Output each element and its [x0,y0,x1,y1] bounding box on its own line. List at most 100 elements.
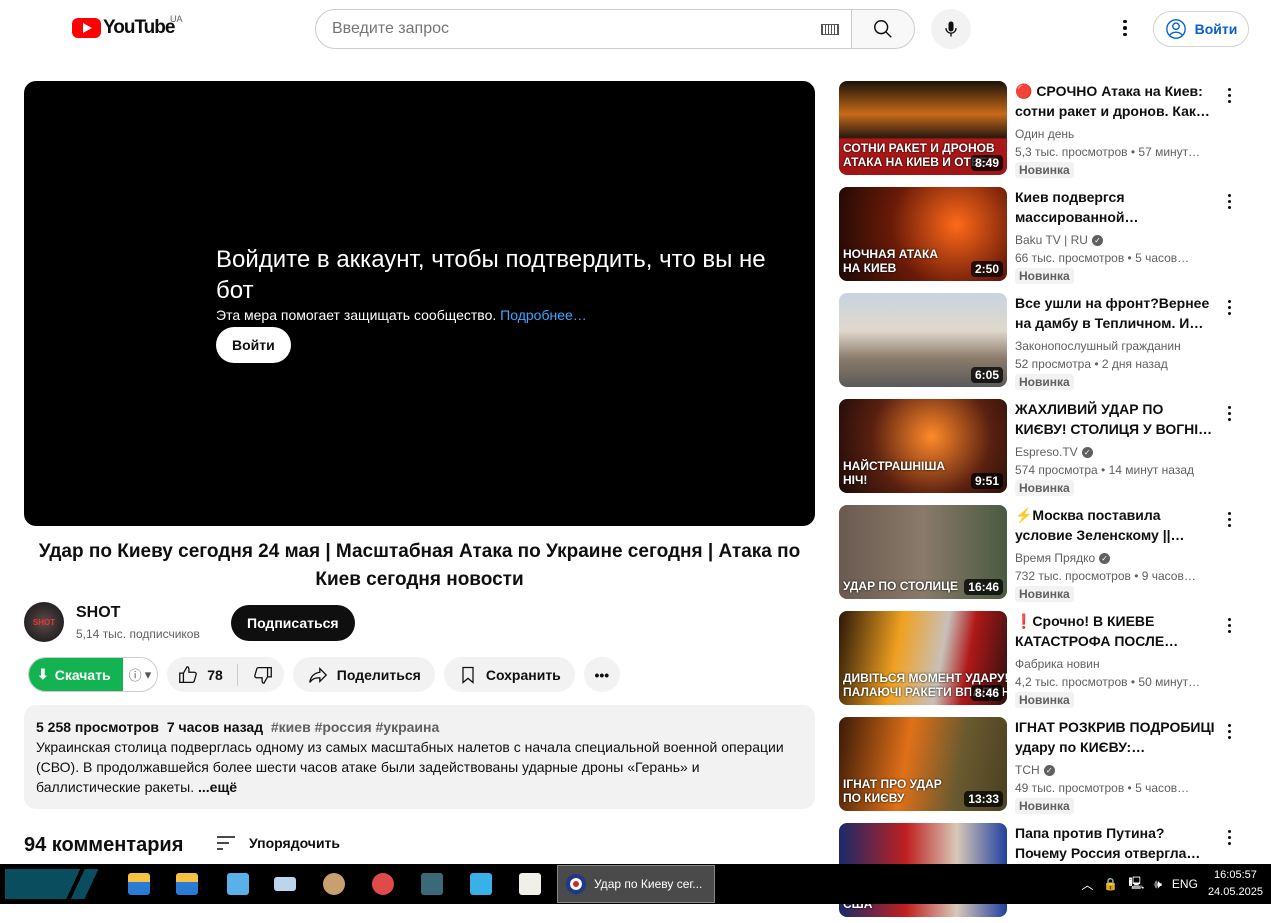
video-info: ІГНАТ РОЗКРИВ ПОДРОБИЦІ удару по КИЄВУ: … [1015,717,1215,815]
search-button[interactable] [851,9,915,49]
channel-name-text: Один день [1015,127,1075,141]
more-options-icon[interactable] [1219,615,1239,635]
calculator-icon[interactable] [227,873,249,895]
wifi-app-icon[interactable] [519,873,541,895]
microphone-icon [945,21,957,37]
channel-name[interactable]: SHOT [76,604,120,622]
related-video-item[interactable]: ДИВІТЬСЯ МОМЕНТ УДАРУ! ПАЛАЮЧІ РАКЕТИ ВП… [839,611,1249,711]
related-video-title[interactable]: ЖАХЛИВИЙ УДАР ПО КИЄВУ! СТОЛИЦЯ У ВОГНІ … [1015,399,1215,439]
download-button[interactable]: ⬇ Скачать [29,658,123,691]
video-info: 🔴 СРОЧНО Атака на Киев: сотни ракет и др… [1015,81,1215,179]
channel-avatar[interactable]: SHOT [24,602,64,642]
hashtags[interactable]: #киев #россия #украина [271,719,439,735]
channel-name[interactable]: Фабрика новин [1015,655,1215,673]
search-folder-icon[interactable] [176,873,198,895]
channel-name-text: Фабрика новин [1015,657,1100,671]
display-app-icon[interactable] [421,873,443,895]
related-video-item[interactable]: 6:05 Все ушли на фронт?Вернее на дамбу в… [839,293,1249,393]
network-icon[interactable]: 🖳 [1128,874,1144,895]
signin-label: Войти [1194,21,1238,37]
more-options-icon[interactable] [1219,721,1239,741]
channel-name[interactable]: Время Прядко ✓ [1015,549,1215,567]
related-video-title[interactable]: Киев подвергся массированной воздушной… [1015,187,1215,227]
show-more-link[interactable]: ...ещё [198,779,237,795]
video-thumbnail[interactable]: ІГНАТ ПРО УДАР ПО КИЄВУ 13:33 [839,717,1007,811]
channel-name[interactable]: Baku TV | RU ✓ [1015,231,1215,249]
related-video-title[interactable]: ❗Срочно! В КИЕВЕ КАТАСТРОФА ПОСЛЕ… [1015,611,1215,651]
more-options-icon[interactable] [1219,191,1239,211]
paint-app-icon[interactable] [372,873,394,895]
clock[interactable]: 16:05:57 24.05.2025 [1208,867,1263,901]
chevron-up-icon[interactable]: ︿ [1081,876,1093,893]
video-info: Папа против Путина? Почему Россия отверг… [1015,823,1215,863]
video-duration: 16:46 [964,579,1003,595]
language-indicator[interactable]: ENG [1172,877,1198,891]
like-count: 78 [207,666,223,683]
settings-menu-icon[interactable] [1115,16,1135,40]
subscriber-count: 5,14 тыс. подписчиков [76,627,200,641]
video-thumbnail[interactable]: НАЙСТРАШНІША НІЧ! 9:51 [839,399,1007,493]
more-actions-button[interactable]: ••• [583,657,620,692]
action-bar: ⬇ Скачать ⓘ ▾ 78 Поделиться Сохранить ••• [28,657,620,692]
more-options-icon[interactable] [1219,509,1239,529]
taskbar-browser-window[interactable]: Удар по Киеву сег... [557,865,715,903]
related-video-item[interactable]: СОТНИ РАКЕТ И ДРОНОВ АТАКА НА КИЕВ И ОТВ… [839,81,1249,181]
related-video-title[interactable]: ⚡Москва поставила условие Зеленскому || … [1015,505,1215,545]
related-video-title[interactable]: Все ушли на фронт?Вернее на дамбу в Тепл… [1015,293,1215,333]
start-button[interactable] [5,869,105,899]
video-info: Все ушли на фронт?Вернее на дамбу в Тепл… [1015,293,1215,391]
video-thumbnail[interactable]: ДИВІТЬСЯ МОМЕНТ УДАРУ! ПАЛАЮЧІ РАКЕТИ ВП… [839,611,1007,705]
related-video-item[interactable]: ІГНАТ ПРО УДАР ПО КИЄВУ 13:33 ІГНАТ РОЗК… [839,717,1249,817]
share-button[interactable]: Поделиться [292,657,435,692]
system-tray: ︿ 🔒 🖳 🕪 ENG 16:05:57 24.05.2025 [1081,864,1271,904]
channel-name[interactable]: Законопослушный гражданин [1015,337,1215,355]
character-app-icon[interactable] [323,873,345,895]
description-box[interactable]: 5 258 просмотров 7 часов назад #киев #ро… [24,705,815,809]
channel-name[interactable]: ТСН ✓ [1015,761,1215,779]
save-button[interactable]: Сохранить [443,657,575,692]
video-thumbnail[interactable]: УДАР ПО СТОЛИЦЕ 16:46 [839,505,1007,599]
video-stats: 574 просмотра • 14 минут назад [1015,463,1195,477]
thumbs-down-icon[interactable] [252,664,274,686]
channel-name[interactable]: Espreso.TV ✓ [1015,443,1215,461]
file-explorer-icon[interactable] [128,873,150,895]
youtube-logo[interactable]: YouTube UA [72,14,183,39]
related-video-item[interactable]: НОЧНАЯ АТАКА НА КИЕВ 2:50 Киев подвергся… [839,187,1249,287]
more-options-icon[interactable] [1219,85,1239,105]
download-info-button[interactable]: ⓘ ▾ [123,658,158,691]
learn-more-link[interactable]: Подробнее… [500,307,587,323]
more-options-icon[interactable] [1219,403,1239,423]
new-badge: Новинка [1015,374,1074,390]
scrollbar[interactable] [1265,60,1271,860]
monitor-app-icon[interactable] [470,873,492,895]
keyboard-icon[interactable] [821,24,839,35]
volume-icon[interactable]: 🕪 [1154,877,1162,892]
account-icon [1165,19,1186,39]
search-input[interactable]: Введите запрос [315,9,852,49]
download-button-group: ⬇ Скачать ⓘ ▾ [28,657,159,692]
like-button[interactable]: 78 [177,664,223,686]
video-info: ЖАХЛИВИЙ УДАР ПО КИЄВУ! СТОЛИЦЯ У ВОГНІ … [1015,399,1215,497]
related-video-title[interactable]: Папа против Путина? Почему Россия отверг… [1015,823,1215,863]
new-badge: Новинка [1015,480,1074,496]
player-signin-button[interactable]: Войти [216,327,291,363]
related-video-title[interactable]: 🔴 СРОЧНО Атака на Киев: сотни ракет и др… [1015,81,1215,121]
voice-search-button[interactable] [931,9,971,49]
signin-button[interactable]: Войти [1153,11,1249,47]
sort-comments-button[interactable]: Упорядочить [215,834,340,852]
more-options-icon[interactable] [1219,827,1239,847]
comments-count: 94 комментария [24,834,184,856]
more-options-icon[interactable] [1219,297,1239,317]
video-thumbnail[interactable]: НОЧНАЯ АТАКА НА КИЕВ 2:50 [839,187,1007,281]
channel-name[interactable]: Один день [1015,125,1215,143]
subscribe-button[interactable]: Подписаться [231,605,355,641]
keyboard-app-icon[interactable] [274,877,296,891]
related-video-title[interactable]: ІГНАТ РОЗКРИВ ПОДРОБИЦІ удару по КИЄВУ: … [1015,717,1215,757]
video-player[interactable]: Войдите в аккаунт, чтобы подтвердить, чт… [24,81,815,526]
related-video-item[interactable]: УДАР ПО СТОЛИЦЕ 16:46 ⚡Москва поставила … [839,505,1249,605]
related-video-item[interactable]: НАЙСТРАШНІША НІЧ! 9:51 ЖАХЛИВИЙ УДАР ПО … [839,399,1249,499]
video-thumbnail[interactable]: 6:05 [839,293,1007,387]
vpn-lock-icon[interactable]: 🔒 [1103,877,1118,891]
video-duration: 8:46 [970,685,1003,701]
video-thumbnail[interactable]: СОТНИ РАКЕТ И ДРОНОВ АТАКА НА КИЕВ И ОТВ… [839,81,1007,175]
